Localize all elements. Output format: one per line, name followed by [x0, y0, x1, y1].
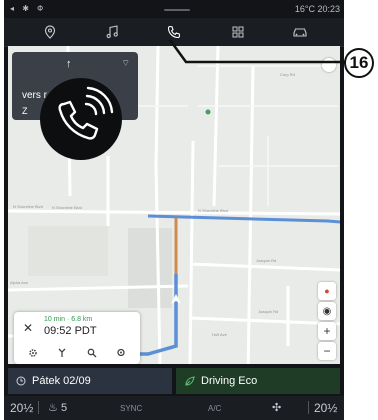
phone-callout-magnified: [40, 78, 122, 160]
seat-heat-icon: ♨: [48, 402, 58, 414]
search-icon[interactable]: [87, 348, 97, 358]
recenter-button[interactable]: ◉: [318, 302, 336, 320]
divider: [38, 401, 39, 414]
trip-eta: 10 min · 6.8 km: [44, 316, 93, 323]
divider: [308, 401, 309, 414]
nav-tab-navigation[interactable]: [38, 22, 62, 42]
alert-icon: ●: [324, 286, 330, 296]
callout-number: 16: [344, 48, 374, 78]
temp-time: 16°C 20:23: [294, 4, 340, 14]
nav-tab-vehicle[interactable]: [288, 22, 312, 42]
seat-heat-control[interactable]: ♨ 5: [48, 401, 67, 414]
status-bar: ◂ ✱ Ф 16°C 20:23: [4, 0, 344, 18]
trip-summary-card[interactable]: ✕ 10 min · 6.8 km 09:52 PDT: [14, 312, 140, 364]
date-label: Pátek 02/09: [32, 375, 91, 387]
clock-icon: [16, 376, 26, 386]
right-temperature[interactable]: 20½: [314, 401, 337, 415]
left-temperature[interactable]: 20½: [10, 401, 33, 415]
driving-mode-label: Driving Eco: [201, 375, 258, 387]
report-button[interactable]: ●: [318, 282, 336, 300]
compass-button[interactable]: [322, 58, 336, 72]
close-route-button[interactable]: ✕: [20, 320, 36, 336]
top-navigation: [4, 18, 344, 47]
car-icon: [293, 28, 307, 37]
leaf-icon: [184, 375, 195, 387]
phone-icon: [167, 25, 181, 39]
zoom-out-button[interactable]: −: [318, 342, 336, 360]
pulldown-handle[interactable]: [164, 9, 190, 11]
phone-ringing-icon: [58, 86, 114, 140]
arrival-time: 09:52 PDT: [44, 325, 97, 337]
status-icons: ◂ ✱ Ф: [10, 4, 47, 13]
location-pin-icon[interactable]: [116, 348, 126, 358]
fan-icon[interactable]: ✣: [272, 401, 281, 414]
svg-text:Hulf Ave: Hulf Ave: [212, 332, 228, 337]
date-widget[interactable]: Pátek 02/09: [8, 368, 172, 394]
direction-subtext: Z: [22, 106, 28, 116]
driving-mode-widget[interactable]: Driving Eco: [176, 368, 340, 394]
svg-text:N Shoreline Blvd: N Shoreline Blvd: [13, 204, 43, 209]
nav-tab-music[interactable]: [100, 22, 124, 42]
close-icon: ✕: [22, 321, 34, 335]
recenter-icon: ◉: [322, 305, 332, 317]
svg-text:Corp Rd: Corp Rd: [280, 72, 295, 77]
hazard-icon: ⌔: [121, 58, 130, 68]
svg-text:Joaquin Rd: Joaquin Rd: [256, 258, 276, 263]
sync-button[interactable]: SYNC: [120, 404, 142, 413]
infotainment-screen: ◂ ✱ Ф 16°C 20:23 N Shoreline Blvd N Shor…: [4, 0, 344, 420]
apps-grid-icon: [232, 26, 244, 38]
nav-tab-apps[interactable]: [226, 22, 250, 42]
trip-tools: [18, 346, 136, 360]
svg-text:Alpha Ave: Alpha Ave: [10, 280, 29, 285]
climate-bar: 20½ ♨ 5 SYNC A/C ✣ 20½: [4, 396, 344, 420]
zoom-in-button[interactable]: +: [318, 322, 336, 340]
svg-text:N Shoreline Blvd: N Shoreline Blvd: [198, 208, 228, 213]
ac-button[interactable]: A/C: [208, 404, 221, 413]
svg-text:Joaquin Rd: Joaquin Rd: [258, 309, 278, 314]
direction-arrow: ↑: [66, 58, 72, 70]
music-icon: [106, 25, 118, 39]
svg-text:N Shoreline Blvd: N Shoreline Blvd: [52, 205, 82, 210]
route-options-icon[interactable]: [57, 348, 67, 358]
seat-heat-level: 5: [60, 402, 68, 414]
plus-icon: +: [323, 324, 331, 338]
minus-icon: −: [323, 344, 331, 358]
settings-gear-icon[interactable]: [28, 348, 38, 358]
nav-tab-phone[interactable]: [162, 22, 186, 42]
location-pin-icon: [44, 25, 56, 39]
